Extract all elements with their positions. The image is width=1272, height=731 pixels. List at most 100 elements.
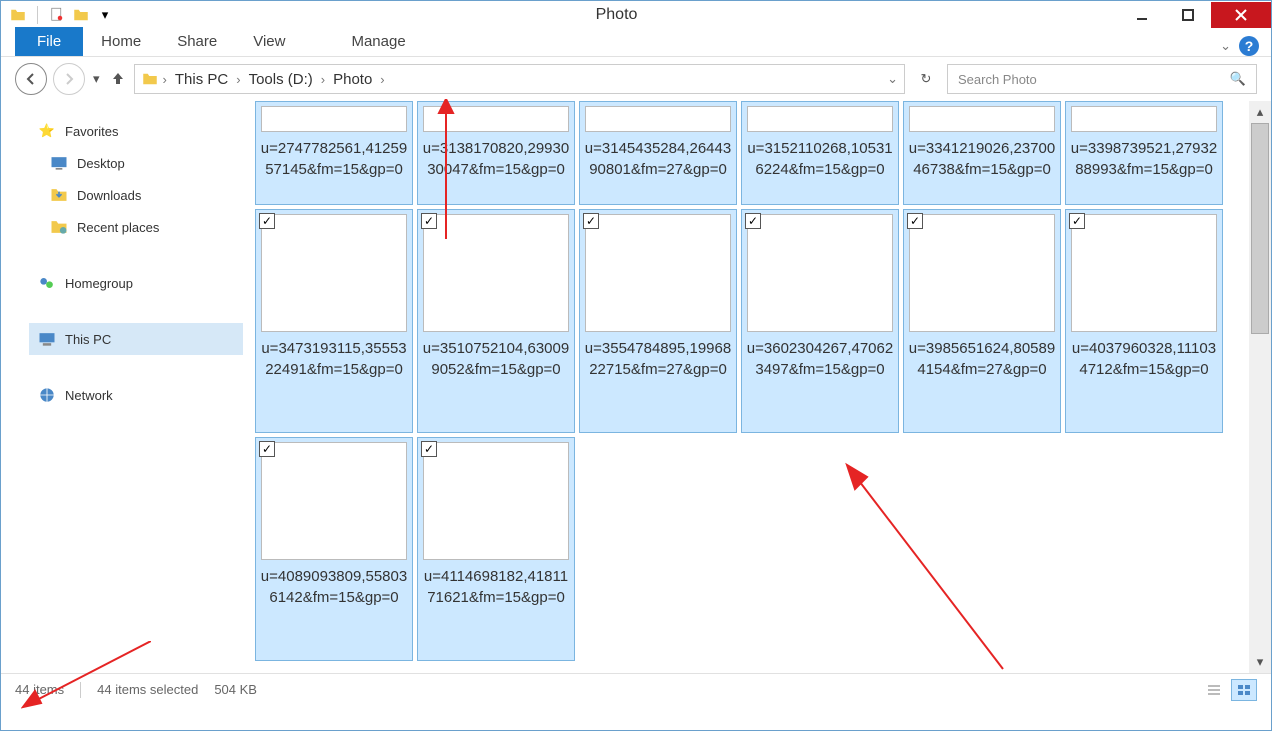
network-icon xyxy=(37,385,57,405)
selection-size: 504 KB xyxy=(214,682,257,697)
navigation-bar: ▾ › This PC › Tools (D:) › Photo › ⌄ ↻ S… xyxy=(1,57,1271,101)
file-grid[interactable]: u=2747782561,4125957145&fm=15&gp=0u=3138… xyxy=(251,101,1249,673)
tab-share[interactable]: Share xyxy=(159,27,235,56)
back-button[interactable] xyxy=(15,63,47,95)
tab-manage[interactable]: Manage xyxy=(333,27,423,56)
file-item[interactable]: ✓ u=3510752104,630099052&fm=15&gp=0 xyxy=(417,209,575,433)
checkbox-icon[interactable]: ✓ xyxy=(907,213,923,229)
maximize-button[interactable] xyxy=(1165,2,1211,28)
search-input[interactable]: Search Photo 🔍 xyxy=(947,64,1257,94)
download-icon xyxy=(49,185,69,205)
breadcrumb-item[interactable]: Tools (D:) xyxy=(245,71,317,88)
file-item[interactable]: u=3145435284,2644390801&fm=27&gp=0 xyxy=(579,101,737,205)
address-bar[interactable]: › This PC › Tools (D:) › Photo › ⌄ xyxy=(134,64,905,94)
tab-home[interactable]: Home xyxy=(83,27,159,56)
star-icon: ⭐ xyxy=(37,121,57,141)
chevron-right-icon[interactable]: › xyxy=(236,72,240,87)
new-folder-icon[interactable] xyxy=(72,6,90,24)
checkbox-icon[interactable]: ✓ xyxy=(421,213,437,229)
selected-count: 44 items selected xyxy=(97,682,198,697)
file-item[interactable]: u=3138170820,2993030047&fm=15&gp=0 xyxy=(417,101,575,205)
file-item[interactable]: ✓ u=3554784895,1996822715&fm=27&gp=0 xyxy=(579,209,737,433)
file-name: u=3145435284,2644390801&fm=27&gp=0 xyxy=(580,138,736,180)
sidebar-item-favorites[interactable]: ⭐Favorites xyxy=(29,115,243,147)
thumbnail xyxy=(747,106,893,132)
thumbnail xyxy=(423,214,569,332)
forward-button[interactable] xyxy=(53,63,85,95)
sidebar-item-recent[interactable]: Recent places xyxy=(29,211,243,243)
properties-icon[interactable] xyxy=(48,6,66,24)
file-name: u=2747782561,4125957145&fm=15&gp=0 xyxy=(256,138,412,180)
minimize-button[interactable] xyxy=(1119,2,1165,28)
thumbnail xyxy=(909,106,1055,132)
sidebar-item-thispc[interactable]: This PC xyxy=(29,323,243,355)
history-dropdown-icon[interactable]: ▾ xyxy=(91,71,102,87)
thumbnail xyxy=(261,106,407,132)
checkbox-icon[interactable]: ✓ xyxy=(421,441,437,457)
tab-file[interactable]: File xyxy=(15,27,83,56)
search-icon: 🔍 xyxy=(1230,71,1246,87)
status-bar: 44 items 44 items selected 504 KB xyxy=(1,673,1271,705)
tab-view[interactable]: View xyxy=(235,27,303,56)
file-item[interactable]: ✓u=3473193115,3555322491&fm=15&gp=0 xyxy=(255,209,413,433)
item-count: 44 items xyxy=(15,682,64,697)
breadcrumb-item[interactable]: Photo xyxy=(329,71,376,88)
thumbnail xyxy=(909,214,1055,332)
ribbon-expand-icon[interactable]: ⌄ xyxy=(1220,38,1231,54)
sidebar-item-network[interactable]: Network xyxy=(29,379,243,411)
file-name: u=3510752104,630099052&fm=15&gp=0 xyxy=(418,338,574,380)
ribbon-tabs: File Home Share View Manage ⌄ ? xyxy=(1,29,1271,57)
chevron-right-icon[interactable]: › xyxy=(321,72,325,87)
folder-icon xyxy=(9,6,27,24)
recent-icon xyxy=(49,217,69,237)
thumbnail xyxy=(585,214,731,332)
breadcrumb-item[interactable]: This PC xyxy=(171,71,232,88)
details-view-icon[interactable] xyxy=(1201,679,1227,701)
sidebar-item-downloads[interactable]: Downloads xyxy=(29,179,243,211)
file-name: u=3138170820,2993030047&fm=15&gp=0 xyxy=(418,138,574,180)
file-item[interactable]: ✓ u=3985651624,805894154&fm=27&gp=0 xyxy=(903,209,1061,433)
thumbnail xyxy=(423,442,569,560)
file-item[interactable]: ✓ u=4089093809,558036142&fm=15&gp=0 xyxy=(255,437,413,661)
help-icon[interactable]: ? xyxy=(1239,36,1259,56)
scrollbar[interactable]: ▴ ▾ xyxy=(1249,101,1271,673)
file-item[interactable]: ✓ u=3602304267,470623497&fm=15&gp=0 xyxy=(741,209,899,433)
thumbnail xyxy=(261,214,407,332)
refresh-button[interactable]: ↻ xyxy=(911,64,941,94)
close-button[interactable] xyxy=(1211,2,1271,28)
file-item[interactable]: u=2747782561,4125957145&fm=15&gp=0 xyxy=(255,101,413,205)
file-item[interactable]: u=3398739521,2793288993&fm=15&gp=0 xyxy=(1065,101,1223,205)
checkbox-icon[interactable]: ✓ xyxy=(1069,213,1085,229)
desktop-icon xyxy=(49,153,69,173)
title-bar: ▾ Picture Tools Photo xyxy=(1,1,1271,29)
checkbox-icon[interactable]: ✓ xyxy=(745,213,761,229)
file-name: u=3554784895,1996822715&fm=27&gp=0 xyxy=(580,338,736,380)
checkbox-icon[interactable]: ✓ xyxy=(259,441,275,457)
thumbnail xyxy=(1071,106,1217,132)
up-button[interactable] xyxy=(108,70,128,89)
file-name: u=3985651624,805894154&fm=27&gp=0 xyxy=(904,338,1060,380)
chevron-right-icon[interactable]: › xyxy=(380,72,384,87)
thumbnail xyxy=(1071,214,1217,332)
file-name: u=4089093809,558036142&fm=15&gp=0 xyxy=(256,566,412,608)
quick-access-dropdown-icon[interactable]: ▾ xyxy=(96,6,114,24)
scroll-down-icon[interactable]: ▾ xyxy=(1249,651,1271,673)
file-item[interactable]: ✓u=4037960328,111034712&fm=15&gp=0 xyxy=(1065,209,1223,433)
file-name: u=3602304267,470623497&fm=15&gp=0 xyxy=(742,338,898,380)
file-item[interactable]: u=3341219026,2370046738&fm=15&gp=0 xyxy=(903,101,1061,205)
scroll-up-icon[interactable]: ▴ xyxy=(1249,101,1271,123)
address-dropdown-icon[interactable]: ⌄ xyxy=(887,71,898,87)
checkbox-icon[interactable]: ✓ xyxy=(259,213,275,229)
sidebar-item-desktop[interactable]: Desktop xyxy=(29,147,243,179)
file-name: u=3341219026,2370046738&fm=15&gp=0 xyxy=(904,138,1060,180)
scrollbar-thumb[interactable] xyxy=(1251,123,1269,334)
sidebar-item-homegroup[interactable]: Homegroup xyxy=(29,267,243,299)
file-item[interactable]: ✓u=4114698182,4181171621&fm=15&gp=0 xyxy=(417,437,575,661)
file-name: u=3398739521,2793288993&fm=15&gp=0 xyxy=(1066,138,1222,180)
window-title: Photo xyxy=(114,6,1119,24)
checkbox-icon[interactable]: ✓ xyxy=(583,213,599,229)
file-item[interactable]: u=3152110268,105316224&fm=15&gp=0 xyxy=(741,101,899,205)
chevron-right-icon[interactable]: › xyxy=(163,72,167,87)
thumbnail xyxy=(585,106,731,132)
thumbnails-view-icon[interactable] xyxy=(1231,679,1257,701)
